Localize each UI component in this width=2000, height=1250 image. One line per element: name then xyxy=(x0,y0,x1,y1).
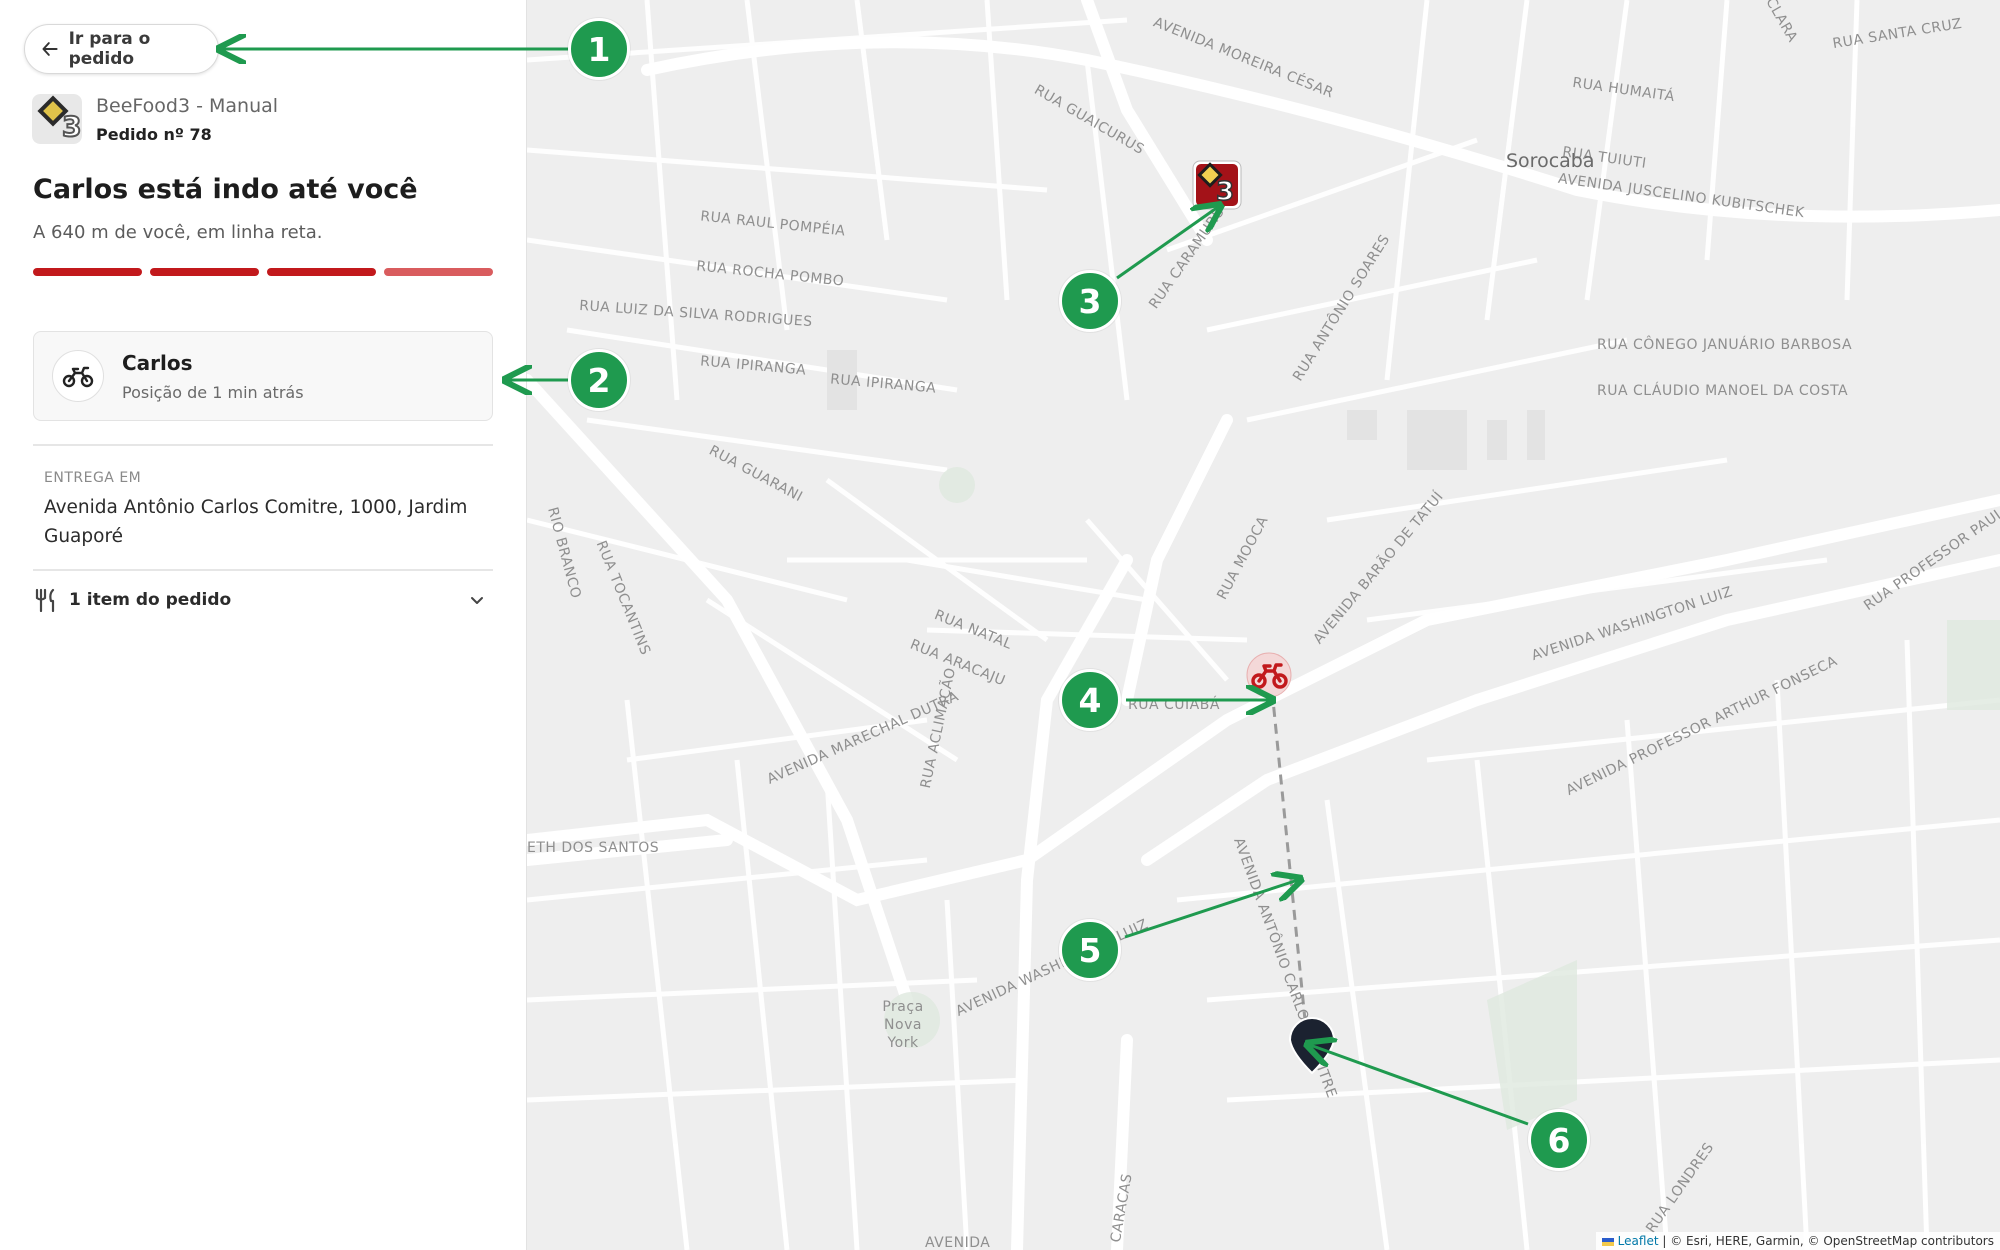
driver-name: Carlos xyxy=(122,350,193,375)
callout-badge-1: 1 xyxy=(568,18,630,80)
store-header: 3 BeeFood3 - Manual Pedido nº 78 xyxy=(32,94,278,144)
driver-position-note: Posição de 1 min atrás xyxy=(122,382,304,402)
motorcycle-icon xyxy=(52,350,104,402)
order-items-toggle[interactable]: 1 item do pedido xyxy=(33,585,493,615)
beefood-logo-icon: 3 xyxy=(32,94,82,144)
divider xyxy=(33,444,493,446)
progress-step xyxy=(150,268,259,276)
order-tracking-panel: Ir para o pedido 3 BeeFood3 - Manual Ped… xyxy=(0,0,527,1250)
attribution-text: | © Esri, HERE, Garmin, © OpenStreetMap … xyxy=(1662,1234,1994,1248)
delivery-label: ENTREGA EM xyxy=(44,470,142,486)
delivery-address: Avenida Antônio Carlos Comitre, 1000, Ja… xyxy=(44,497,468,547)
map-base xyxy=(527,0,2000,1250)
progress-step xyxy=(267,268,376,276)
back-to-order-button[interactable]: Ir para o pedido xyxy=(24,24,219,74)
park-label: Praça Nova York xyxy=(882,999,924,1051)
driver-marker[interactable] xyxy=(1245,651,1293,699)
leaflet-link[interactable]: Leaflet xyxy=(1618,1234,1659,1248)
fork-knife-icon xyxy=(35,588,55,612)
map-view[interactable]: AVENIDA MOREIRA CÉSAR RUA SANTA CRUZ RUA… xyxy=(527,0,2000,1250)
callout-badge-5: 5 xyxy=(1059,919,1121,981)
destination-pin[interactable] xyxy=(1287,1017,1337,1075)
progress-step xyxy=(33,268,142,276)
store-name: BeeFood3 - Manual xyxy=(96,94,279,117)
street-label: ETH DOS SANTOS xyxy=(527,840,660,856)
callout-badge-3: 3 xyxy=(1059,270,1121,332)
status-headline: Carlos está indo até você xyxy=(33,174,418,205)
street-label: AVENIDA xyxy=(925,1235,991,1250)
flag-icon xyxy=(1601,1237,1614,1246)
svg-text:3: 3 xyxy=(1216,177,1234,207)
arrow-left-icon xyxy=(42,42,58,56)
divider xyxy=(33,569,493,571)
callout-badge-2: 2 xyxy=(568,349,630,411)
street-label: RUA CÔNEGO JANUÁRIO BARBOSA xyxy=(1597,337,1853,353)
callout-badge-4: 4 xyxy=(1059,669,1121,731)
map-attribution: Leaflet | © Esri, HERE, Garmin, © OpenSt… xyxy=(1595,1232,2000,1250)
store-marker[interactable]: 3 xyxy=(1192,160,1242,214)
street-label: RUA CUIABÁ xyxy=(1128,697,1220,713)
order-items-label: 1 item do pedido xyxy=(69,590,232,610)
driver-card[interactable]: Carlos Posição de 1 min atrás xyxy=(33,331,493,421)
order-number: Pedido nº 78 xyxy=(96,124,212,144)
progress-step-current xyxy=(384,268,493,276)
city-label: Sorocaba xyxy=(1506,150,1595,172)
delivery-progress-bar xyxy=(33,268,493,276)
street-label: RUA CLÁUDIO MANOEL DA COSTA xyxy=(1597,383,1849,399)
distance-text: A 640 m de você, em linha reta. xyxy=(33,222,323,243)
back-button-label: Ir para o pedido xyxy=(68,29,151,69)
chevron-down-icon xyxy=(471,597,483,604)
callout-badge-6: 6 xyxy=(1528,1109,1590,1171)
svg-text:3: 3 xyxy=(62,110,81,143)
